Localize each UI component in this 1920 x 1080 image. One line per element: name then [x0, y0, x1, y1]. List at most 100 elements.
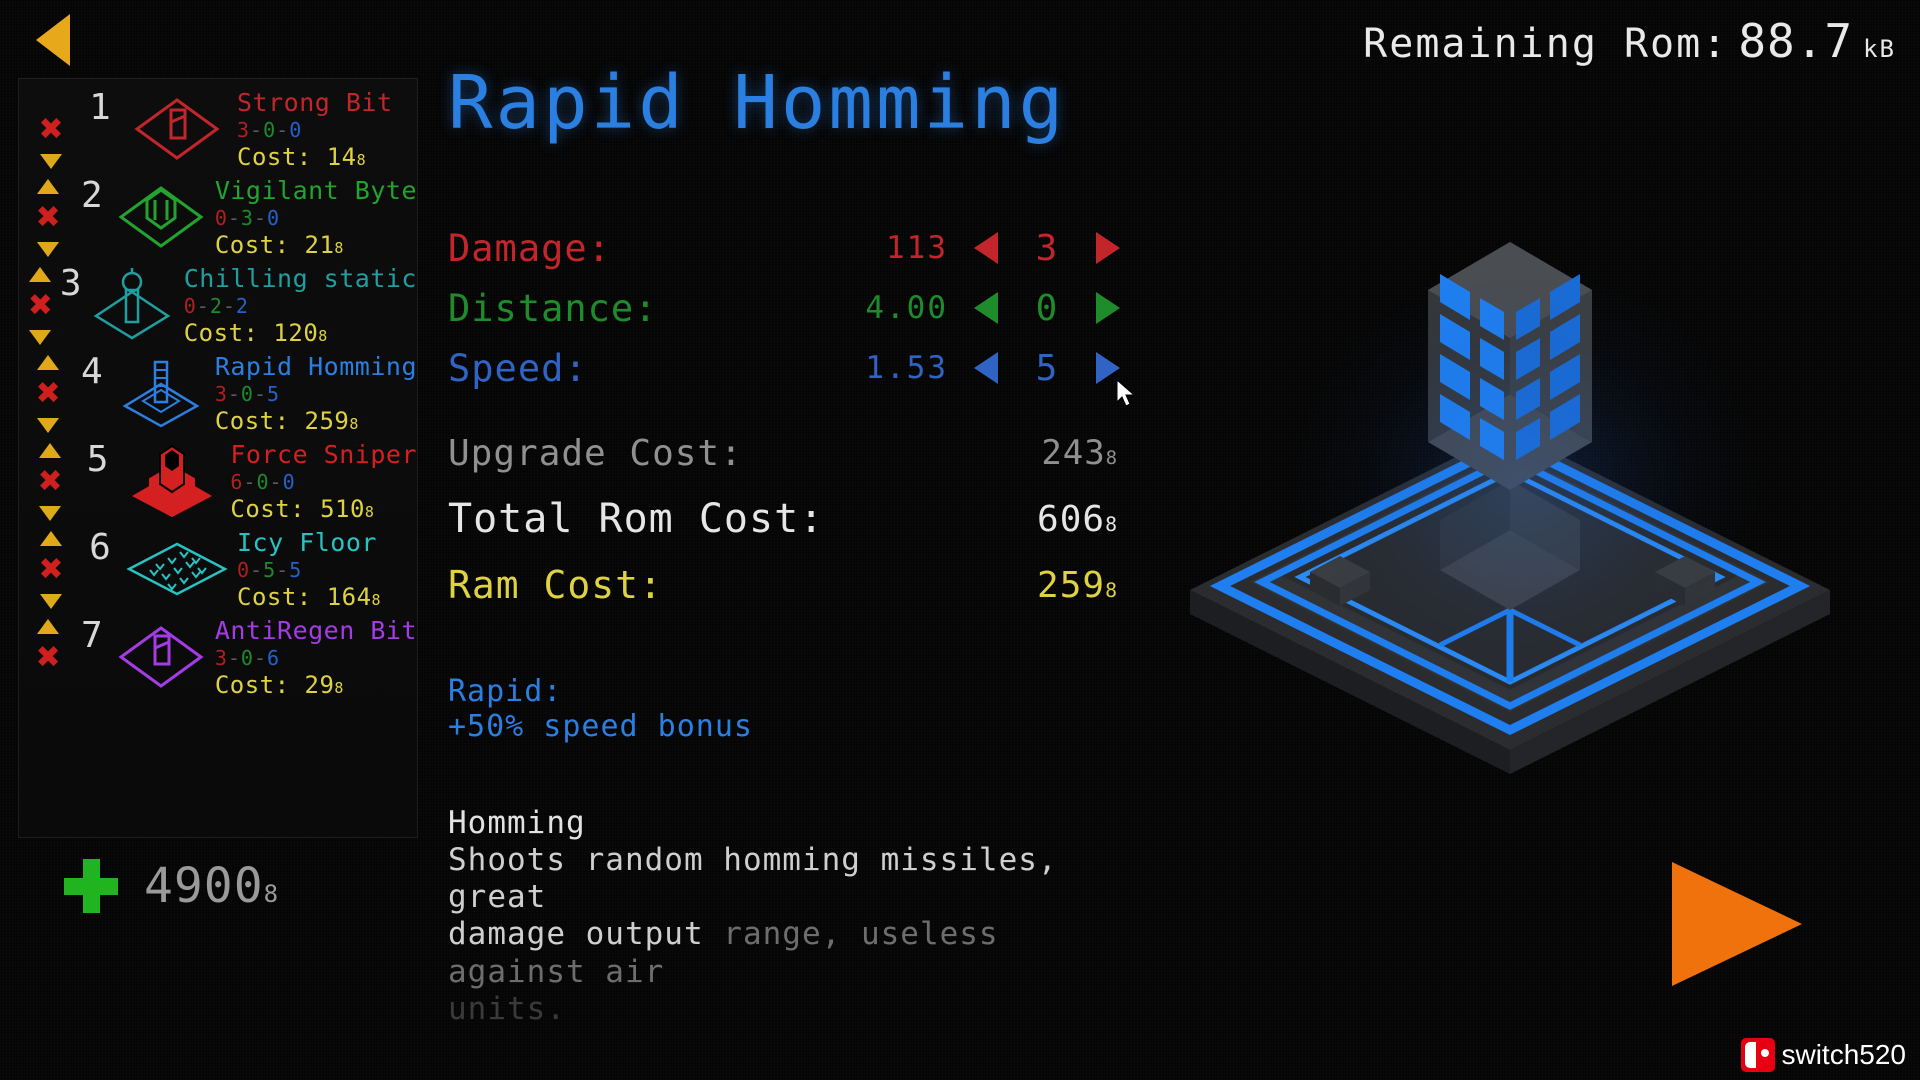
description-block: Homming Shoots random homming missiles, … [448, 805, 1148, 1028]
tower-stat-triple: 0-2-2 [183, 293, 249, 318]
stat-stepper: 0 [948, 288, 1138, 329]
watermark: switch520 [1741, 1038, 1906, 1072]
tower-sidebar: ✖ 1 Strong Bit 3-0-0 Cost: 148 ✖ 2 Vigil… [18, 78, 418, 838]
stat-row: Distance: 4.00 0 [448, 278, 1168, 338]
move-up-icon[interactable] [40, 531, 62, 546]
tower-info: Force Sniper 6-0-0 Cost: 5108 [226, 437, 417, 525]
switch-logo-icon [1741, 1038, 1776, 1072]
tower-controls: ✖ [23, 525, 79, 613]
tower-stat-triple: 0-3-0 [214, 205, 281, 230]
tower-info: Rapid Homming 3-0-5 Cost: 2598 [211, 349, 417, 437]
remaining-rom-unit: kB [1863, 35, 1896, 63]
tower-cost: Cost: 1208 [183, 318, 328, 347]
x-close-icon[interactable]: ✖ [35, 643, 60, 673]
back-button[interactable] [36, 14, 70, 66]
remaining-rom-label: Remaining Rom: [1363, 21, 1729, 67]
tower-controls: ✖ [23, 437, 77, 525]
stat-stepper: 5 [948, 348, 1138, 389]
arrow-right-icon[interactable] [1096, 292, 1120, 324]
watermark-text: switch520 [1781, 1039, 1906, 1070]
move-down-icon[interactable] [37, 418, 60, 433]
ram-cost-row: Ram Cost: 2598 [448, 552, 1208, 618]
icy-floor-icon [121, 525, 233, 613]
static-tower-icon [84, 261, 180, 349]
tower-index: 6 [89, 527, 111, 568]
arrow-right-icon[interactable] [1096, 232, 1120, 264]
tower-controls: ✖ [23, 613, 73, 701]
stat-value: 113 [886, 230, 948, 266]
tower-controls: ✖ [23, 173, 73, 261]
page-title: Rapid Homming [448, 60, 1067, 146]
arrow-left-icon[interactable] [974, 352, 998, 384]
stat-label: Speed: [448, 346, 588, 390]
tower-info: AntiRegen Bit 3-0-6 Cost: 298 [211, 613, 417, 701]
tower-list-item[interactable]: ✖ 5 Force Sniper 6-0-0 Cost: 5108 [19, 437, 417, 525]
tower-preview [1140, 190, 1880, 810]
tower-stat-triple: 3-0-5 [214, 381, 281, 406]
tower-list-item[interactable]: ✖ 2 Vigilant Byte 0-3-0 Cost: 218 [19, 173, 417, 261]
move-down-icon[interactable] [40, 594, 62, 609]
bonus-block: Rapid: +50% speed bonus [448, 674, 1208, 745]
stat-value: 1.53 [865, 350, 948, 386]
tower-info: Strong Bit 3-0-0 Cost: 148 [233, 85, 417, 173]
stat-level: 5 [1035, 347, 1059, 389]
move-up-icon[interactable] [37, 355, 60, 370]
tower-info: Chilling static 0-2-2 Cost: 1208 [180, 261, 417, 349]
tower-cost: Cost: 1648 [237, 582, 382, 611]
homming-tower-icon [111, 349, 211, 437]
arrow-right-icon[interactable] [1096, 352, 1120, 384]
tower-stat-triple: 0-5-5 [237, 557, 303, 582]
tower-controls: ✖ [23, 349, 73, 437]
x-close-icon[interactable]: ✖ [35, 203, 60, 233]
stat-stepper: 3 [948, 228, 1138, 269]
tower-list-item[interactable]: ✖ 3 Chilling static 0-2-2 Cost: 1208 [19, 261, 417, 349]
description-line-3: units. [448, 990, 566, 1027]
total-rom-cost-label: Total Rom Cost: [448, 496, 825, 542]
tower-list-item[interactable]: ✖ 4 Rapid Homming 3-0-5 Cost: 2598 [19, 349, 417, 437]
tower-cost: Cost: 298 [214, 670, 344, 699]
upgrade-cost-label: Upgrade Cost: [448, 432, 743, 474]
tower-list-item[interactable]: ✖ 6 Icy Floor 0-5-5 Cost: 1648 [19, 525, 417, 613]
move-up-icon[interactable] [37, 619, 60, 634]
move-down-icon[interactable] [37, 242, 60, 257]
tower-name: AntiRegen Bit [214, 615, 417, 645]
ram-cost-label: Ram Cost: [448, 563, 663, 607]
tower-stat-triple: 3-0-0 [237, 117, 303, 142]
move-down-icon[interactable] [40, 154, 62, 169]
description-line-2-text: damage output [448, 916, 704, 953]
move-up-icon[interactable] [37, 179, 60, 194]
arrow-left-icon[interactable] [974, 232, 998, 264]
tower-list-item[interactable]: ✖ 1 Strong Bit 3-0-0 Cost: 148 [19, 85, 417, 173]
tower-info: Icy Floor 0-5-5 Cost: 1648 [233, 525, 417, 613]
bonus-text: +50% speed bonus [448, 709, 753, 745]
tower-controls: ✖ [23, 85, 79, 173]
x-close-icon[interactable]: ✖ [38, 555, 63, 585]
tower-list-item[interactable]: ✖ 7 AntiRegen Bit 3-0-6 Cost: 298 [19, 613, 417, 701]
tower-cost: Cost: 218 [214, 230, 344, 259]
total-rom-cost-row: Total Rom Cost: 6068 [448, 486, 1208, 552]
move-down-icon[interactable] [29, 330, 52, 345]
tower-name: Vigilant Byte [214, 175, 417, 205]
upgrade-cost-row: Upgrade Cost: 2438 [448, 420, 1208, 486]
stat-value: 4.00 [865, 290, 948, 326]
tower-stat-triple: 3-0-6 [214, 645, 281, 670]
move-up-icon[interactable] [29, 267, 52, 282]
plus-icon[interactable] [64, 859, 118, 913]
remaining-rom-display: Remaining Rom: 88.7 kB [1363, 14, 1896, 68]
tower-info: Vigilant Byte 0-3-0 Cost: 218 [211, 173, 417, 261]
stat-label: Distance: [448, 286, 658, 330]
description-title: Homming [448, 804, 586, 841]
x-close-icon[interactable]: ✖ [28, 291, 53, 321]
isometric-tower-preview [1190, 242, 1830, 774]
arrow-left-icon[interactable] [974, 292, 998, 324]
move-down-icon[interactable] [39, 506, 62, 521]
tower-name: Force Sniper [230, 439, 417, 469]
x-close-icon[interactable]: ✖ [38, 467, 63, 497]
move-up-icon[interactable] [39, 443, 62, 458]
x-close-icon[interactable]: ✖ [38, 115, 63, 145]
byte-diamond-icon [111, 173, 211, 261]
bonus-title: Rapid: [448, 674, 563, 709]
next-button[interactable] [1672, 862, 1802, 986]
total-cost-value: 49008 [144, 858, 280, 914]
x-close-icon[interactable]: ✖ [35, 379, 60, 409]
